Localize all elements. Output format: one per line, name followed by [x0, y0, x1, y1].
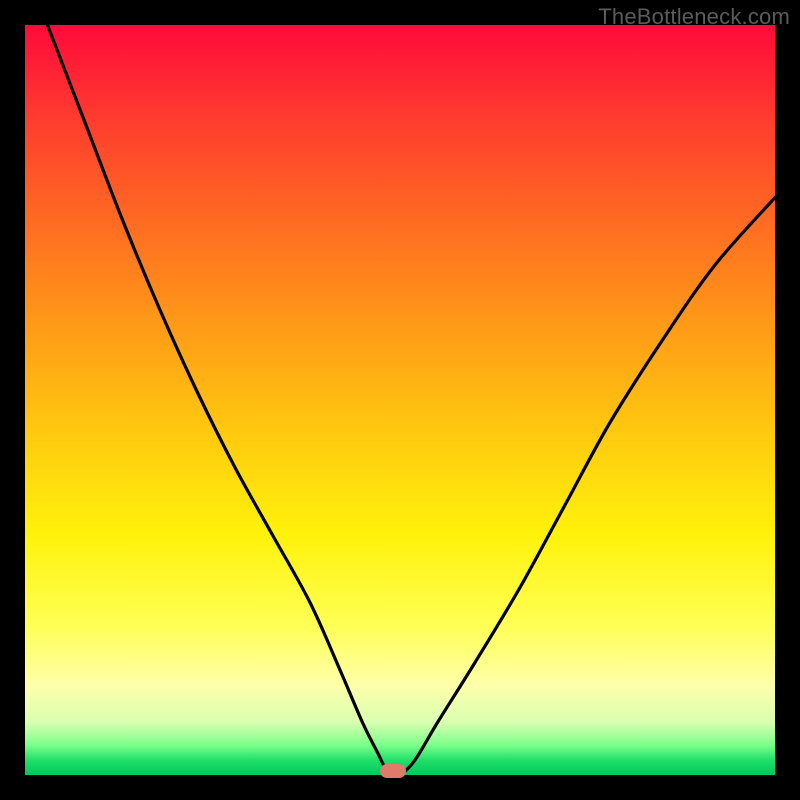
minimum-marker	[380, 764, 406, 778]
chart-frame: TheBottleneck.com	[0, 0, 800, 800]
plot-area	[25, 25, 775, 775]
curve-svg	[25, 25, 775, 775]
bottleneck-curve	[48, 25, 776, 775]
